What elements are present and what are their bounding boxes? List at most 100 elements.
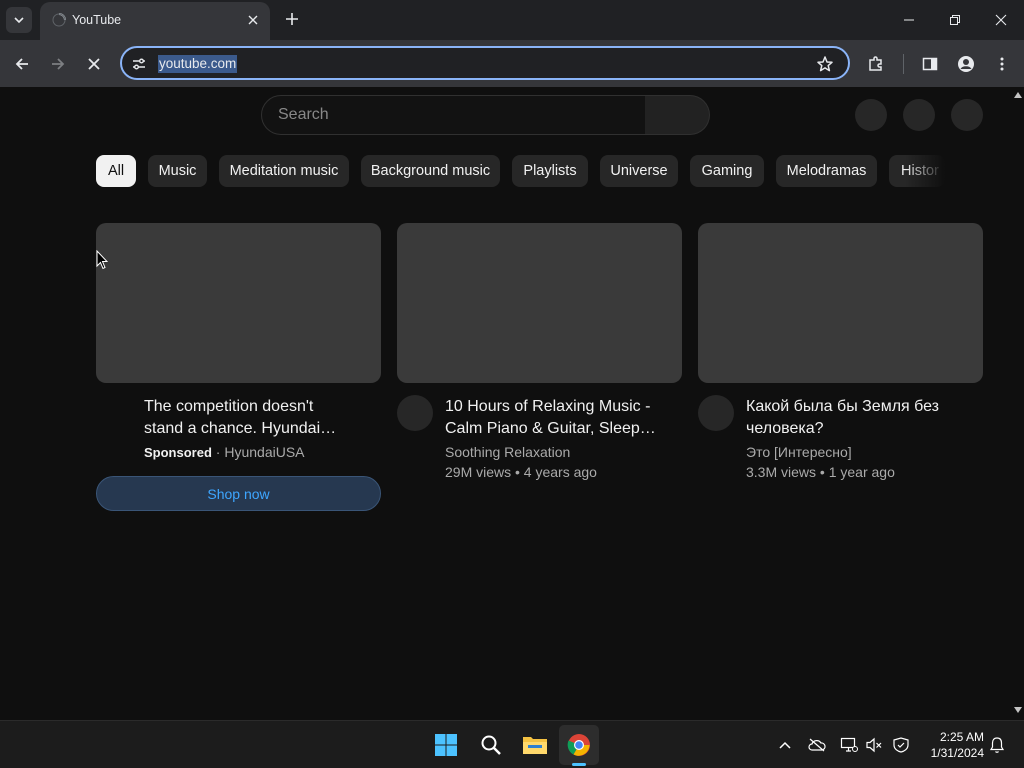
clock-date: 1/31/2024	[930, 746, 984, 760]
arrow-right-icon	[52, 58, 65, 70]
network-button[interactable]	[839, 735, 859, 755]
arrow-left-icon	[15, 58, 28, 70]
tab-search-button[interactable]	[6, 7, 32, 33]
close-window-button[interactable]	[978, 0, 1024, 40]
network-icon	[840, 737, 858, 752]
youtube-page: Search All Music Meditation music Backgr…	[0, 87, 1012, 720]
search-input[interactable]: Search	[261, 95, 646, 135]
video-title-line: The competition doesn't	[144, 398, 314, 415]
stop-loading-button[interactable]	[80, 50, 108, 78]
close-icon	[995, 14, 1007, 26]
onedrive-button[interactable]	[807, 735, 827, 755]
chrome-taskbar-button[interactable]	[563, 729, 595, 761]
channel-avatar[interactable]	[698, 395, 734, 431]
chevron-down-icon	[14, 17, 24, 24]
minimize-button[interactable]	[886, 0, 932, 40]
profile-button[interactable]	[952, 50, 980, 78]
chip-melodramas[interactable]: Melodramas	[776, 155, 877, 187]
toolbar-divider	[903, 54, 904, 74]
video-title-line: человека?	[746, 420, 824, 437]
video-title-line: Calm Piano & Guitar, Sleep…	[445, 420, 656, 437]
search-taskbar-button[interactable]	[475, 729, 507, 761]
video-title-line: Какой была бы Земля без	[746, 398, 940, 415]
bookmark-star-icon[interactable]	[816, 55, 834, 73]
url-text[interactable]: youtube.com	[158, 55, 238, 73]
channel-name[interactable]: Soothing Relaxation	[445, 444, 570, 460]
bell-icon	[989, 737, 1005, 753]
cloud-offline-icon	[808, 738, 826, 752]
windows-taskbar: 2:25 AM 1/31/2024	[0, 720, 1024, 768]
advertiser-name[interactable]: · HyundaiUSA	[216, 444, 305, 460]
person-icon	[958, 56, 974, 72]
minimize-icon	[904, 19, 914, 21]
close-icon	[248, 15, 258, 25]
site-settings-icon	[133, 58, 145, 70]
shop-now-button[interactable]: Shop now	[96, 476, 381, 511]
video-title[interactable]: Какой была бы Земля без человека?	[746, 396, 976, 440]
channel-avatar[interactable]	[397, 395, 433, 431]
extensions-button[interactable]	[862, 50, 890, 78]
video-thumbnail[interactable]	[96, 223, 381, 383]
video-stats: 3.3M views • 1 year ago	[746, 464, 895, 480]
back-button[interactable]	[8, 50, 36, 78]
restore-icon	[950, 15, 960, 25]
taskbar-clock[interactable]: 2:25 AM 1/31/2024	[918, 729, 984, 761]
video-title-line: 10 Hours of Relaxing Music -	[445, 398, 651, 415]
chip-universe[interactable]: Universe	[600, 155, 678, 187]
video-title-line: stand a chance. Hyundai…	[144, 420, 337, 437]
close-icon	[88, 58, 100, 70]
chip-all[interactable]: All	[96, 155, 136, 187]
loading-favicon-icon	[52, 13, 66, 27]
scroll-down-icon[interactable]	[1014, 707, 1022, 713]
chip-playlists[interactable]: Playlists	[512, 155, 588, 187]
notifications-button-placeholder[interactable]	[903, 99, 935, 131]
video-title[interactable]: 10 Hours of Relaxing Music - Calm Piano …	[445, 396, 675, 440]
mouse-cursor-icon	[96, 250, 108, 270]
search-placeholder: Search	[278, 106, 329, 123]
chips-fade-overlay	[905, 155, 945, 187]
chevron-up-icon	[779, 741, 791, 749]
video-thumbnail[interactable]	[397, 223, 682, 383]
tab-close-button[interactable]	[244, 11, 262, 29]
puzzle-icon	[869, 56, 882, 71]
side-panel-icon	[922, 57, 938, 71]
security-button[interactable]	[891, 735, 911, 755]
start-button[interactable]	[430, 729, 462, 761]
create-button-placeholder[interactable]	[855, 99, 887, 131]
show-hidden-icons-button[interactable]	[775, 735, 795, 755]
video-title[interactable]: The competition doesn't stand a chance. …	[144, 396, 374, 440]
scroll-up-icon[interactable]	[1014, 92, 1022, 98]
chip-background-music[interactable]: Background music	[361, 155, 500, 187]
tab-youtube[interactable]: YouTube	[40, 2, 270, 40]
ad-meta: Sponsored · HyundaiUSA	[144, 444, 305, 460]
page-scrollbar[interactable]	[1012, 87, 1024, 720]
video-stats: 29M views • 4 years ago	[445, 464, 597, 480]
side-panel-button[interactable]	[916, 50, 944, 78]
browser-titlebar: YouTube	[0, 0, 1024, 40]
plus-icon	[286, 13, 298, 25]
browser-menu-button[interactable]	[988, 50, 1016, 78]
new-tab-button[interactable]	[281, 8, 303, 30]
volume-button[interactable]	[864, 735, 884, 755]
chip-meditation-music[interactable]: Meditation music	[219, 155, 349, 187]
browser-toolbar: youtube.com	[0, 40, 1024, 87]
tab-title: YouTube	[72, 13, 122, 27]
account-avatar-placeholder[interactable]	[951, 99, 983, 131]
more-vertical-icon	[1000, 57, 1004, 71]
chip-music[interactable]: Music	[148, 155, 207, 187]
search-icon	[481, 735, 501, 755]
file-explorer-button[interactable]	[519, 729, 551, 761]
video-thumbnail[interactable]	[698, 223, 983, 383]
chip-gaming[interactable]: Gaming	[690, 155, 764, 187]
restore-button[interactable]	[932, 0, 978, 40]
sponsored-label: Sponsored	[144, 445, 212, 460]
speaker-muted-icon	[866, 737, 882, 753]
forward-button[interactable]	[44, 50, 72, 78]
address-bar[interactable]: youtube.com	[120, 46, 850, 80]
search-button[interactable]	[645, 95, 710, 135]
shield-icon	[893, 737, 909, 753]
channel-name[interactable]: Это [Интересно]	[746, 444, 852, 460]
windows-logo-icon	[435, 734, 457, 756]
clock-time: 2:25 AM	[939, 730, 984, 744]
notifications-button[interactable]	[987, 735, 1007, 755]
